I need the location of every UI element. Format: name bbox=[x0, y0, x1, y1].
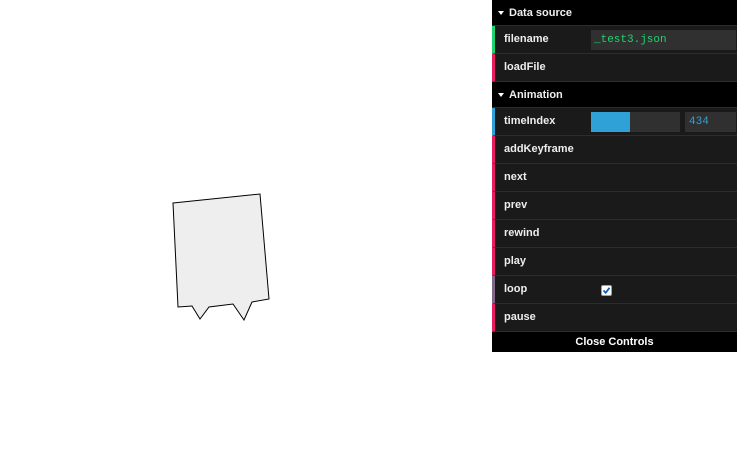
control-filename: filename _test3.json bbox=[492, 26, 737, 54]
pause-button[interactable]: pause bbox=[492, 304, 737, 332]
slider-fill bbox=[591, 112, 631, 132]
folder-data-source-title[interactable]: Data source bbox=[492, 0, 737, 26]
next-button[interactable]: next bbox=[492, 164, 737, 192]
close-controls-button[interactable]: Close Controls bbox=[492, 332, 737, 352]
control-label: next bbox=[504, 171, 527, 183]
control-label: loadFile bbox=[504, 61, 546, 73]
speech-bubble-shape[interactable] bbox=[0, 0, 490, 454]
control-label: rewind bbox=[504, 227, 540, 239]
control-label: filename bbox=[504, 33, 549, 45]
control-loop: loop bbox=[492, 276, 737, 304]
folder-title-label: Data source bbox=[509, 6, 572, 19]
play-button[interactable]: play bbox=[492, 248, 737, 276]
time-index-input[interactable]: 434 bbox=[685, 112, 736, 132]
control-label: loop bbox=[504, 283, 528, 295]
prev-button[interactable]: prev bbox=[492, 192, 737, 220]
control-label: timeIndex bbox=[504, 115, 556, 127]
time-index-slider[interactable] bbox=[591, 112, 680, 132]
add-keyframe-button[interactable]: addKeyframe bbox=[492, 136, 737, 164]
filename-input[interactable]: _test3.json bbox=[591, 30, 736, 50]
rewind-button[interactable]: rewind bbox=[492, 220, 737, 248]
control-time-index: timeIndex 434 bbox=[492, 108, 737, 136]
loop-checkbox[interactable] bbox=[601, 285, 612, 296]
control-label: prev bbox=[504, 199, 528, 211]
control-label: play bbox=[504, 255, 527, 267]
control-label: pause bbox=[504, 311, 536, 323]
folder-title-label: Animation bbox=[509, 88, 563, 101]
checkmark-icon bbox=[602, 287, 611, 295]
load-file-button[interactable]: loadFile bbox=[492, 54, 737, 82]
controls-panel: Data source filename _test3.json loadFil… bbox=[492, 0, 737, 352]
control-label: addKeyframe bbox=[504, 143, 574, 155]
folder-animation-title[interactable]: Animation bbox=[492, 82, 737, 108]
collapse-triangle-icon bbox=[498, 11, 504, 15]
collapse-triangle-icon bbox=[498, 93, 504, 97]
